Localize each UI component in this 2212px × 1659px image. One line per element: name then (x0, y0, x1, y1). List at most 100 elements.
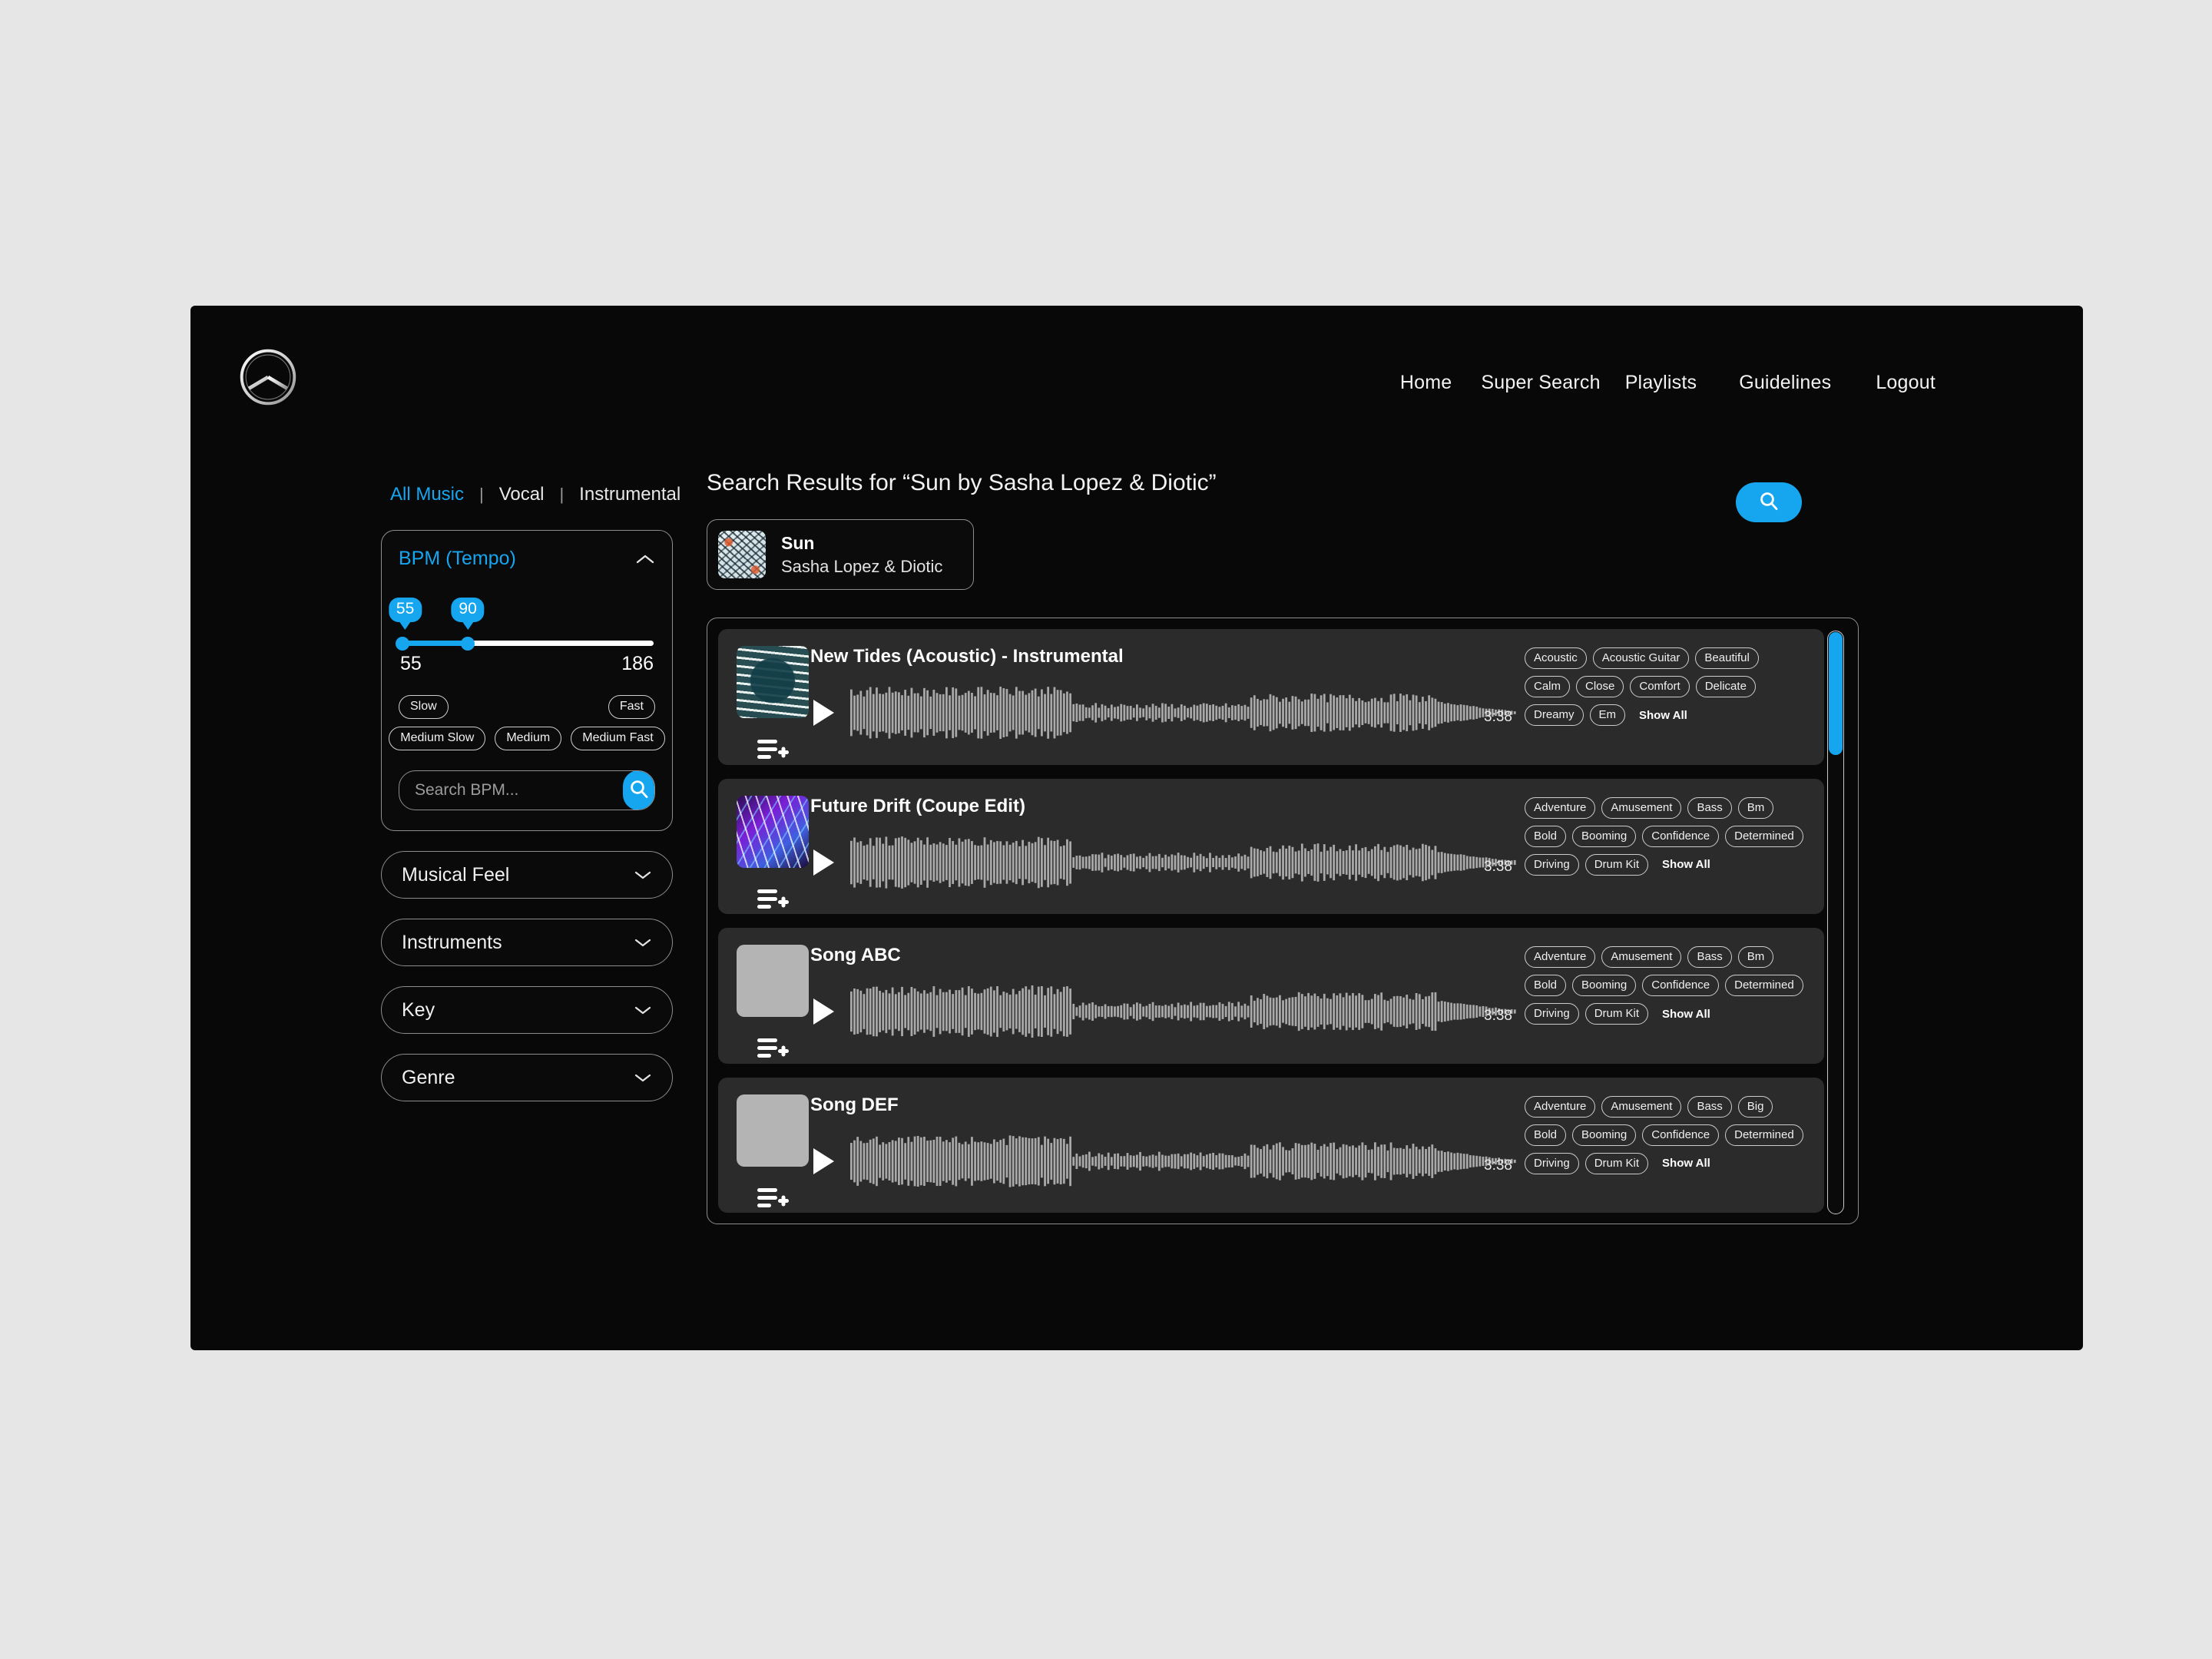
tab-vocal[interactable]: Vocal (499, 484, 545, 505)
bpm-panel-header: BPM (Tempo) (399, 548, 655, 570)
tag-chip[interactable]: Amusement (1601, 1095, 1682, 1118)
tag-chip[interactable]: Confidence (1642, 1124, 1720, 1146)
tag-chip[interactable]: Bass (1687, 1095, 1732, 1118)
tag-chip[interactable]: Booming (1572, 825, 1637, 847)
tag-chip[interactable]: Bass (1687, 946, 1732, 968)
tag-chip[interactable]: Bm (1737, 796, 1774, 819)
tempo-chip-fast[interactable]: Fast (608, 695, 655, 719)
tab-all-music[interactable]: All Music (390, 484, 464, 505)
tag-chip[interactable]: Close (1576, 676, 1624, 697)
tag-chip[interactable]: Determined (1725, 825, 1803, 847)
filter-group-key[interactable]: Key (381, 986, 673, 1034)
tag-chip[interactable]: Big (1737, 1095, 1773, 1118)
nav-item-super-search[interactable]: Super Search (1481, 369, 1600, 397)
result-row[interactable]: Song DEF 3:38 Adventure Amusement Bass Big Bol… (718, 1077, 1824, 1213)
tag-chip[interactable]: Driving (1525, 853, 1579, 876)
tempo-chip-slow[interactable]: Slow (399, 695, 449, 719)
waveform[interactable] (850, 834, 1517, 891)
add-to-playlist-icon[interactable] (756, 737, 790, 763)
track-title: Future Drift (Coupe Edit) (810, 795, 1025, 816)
tempo-chip-medium-fast[interactable]: Medium Fast (571, 727, 665, 750)
filter-group-label: Musical Feel (402, 863, 510, 886)
tab-instrumental[interactable]: Instrumental (579, 484, 680, 505)
tempo-chip-medium-slow[interactable]: Medium Slow (389, 727, 486, 750)
player-line (810, 684, 1517, 741)
bpm-search-input[interactable] (399, 781, 623, 800)
track-duration: 3:38 (1484, 858, 1512, 875)
tag-chip[interactable]: Determined (1725, 975, 1803, 996)
filter-group-genre[interactable]: Genre (381, 1054, 673, 1101)
chevron-up-icon[interactable] (635, 553, 655, 565)
tag-chip[interactable]: Acoustic (1525, 647, 1587, 669)
play-button[interactable] (810, 996, 836, 1027)
show-all-link[interactable]: Show All (1662, 1008, 1710, 1021)
track-duration: 3:38 (1484, 1157, 1512, 1174)
tag-chip[interactable]: Bass (1687, 796, 1732, 819)
tag-chip[interactable]: Bold (1525, 1124, 1567, 1146)
waveform[interactable] (850, 1133, 1517, 1190)
bpm-slider-track[interactable] (396, 636, 654, 651)
player-line (810, 834, 1517, 891)
results-scrollbar-thumb[interactable] (1829, 632, 1843, 755)
tag-chip[interactable]: Booming (1572, 1124, 1637, 1146)
tag-chip[interactable]: Adventure (1525, 946, 1596, 968)
result-row[interactable]: New Tides (Acoustic) - Instrumental 3:38 A… (718, 629, 1824, 765)
nav-item-home[interactable]: Home (1400, 369, 1452, 397)
add-to-playlist-icon[interactable] (756, 1035, 790, 1061)
tag-chip[interactable]: Calm (1525, 676, 1571, 697)
add-to-playlist-icon[interactable] (756, 1185, 790, 1211)
tag-chip[interactable]: Em (1589, 704, 1626, 726)
tag-chip[interactable]: Amusement (1601, 946, 1682, 968)
bpm-range-slider[interactable]: 55 90 (388, 598, 654, 664)
tag-chip[interactable]: Adventure (1525, 1095, 1596, 1118)
filter-group-instruments[interactable]: Instruments (381, 919, 673, 966)
waveform[interactable] (850, 983, 1517, 1040)
tag-chip[interactable]: Confidence (1642, 825, 1720, 847)
bpm-slider-handle-low[interactable] (396, 636, 410, 651)
tag-chip[interactable]: Dreamy (1525, 704, 1584, 726)
results-scrollbar[interactable] (1827, 631, 1844, 1214)
show-all-link[interactable]: Show All (1639, 709, 1687, 722)
waveform[interactable] (850, 684, 1517, 741)
chevron-down-icon (634, 937, 652, 948)
result-row[interactable]: Future Drift (Coupe Edit) 3:38 Adventure Am… (718, 778, 1824, 914)
tag-list: Acoustic Acoustic Guitar Beautiful Calm Clos… (1517, 629, 1824, 726)
tag-chip[interactable]: Confidence (1642, 975, 1720, 996)
nav-item-logout[interactable]: Logout (1876, 369, 1936, 397)
player-line (810, 983, 1517, 1040)
tag-chip[interactable]: Bm (1737, 946, 1774, 968)
result-row[interactable]: Song ABC 3:38 Adventure Amusement Bass Bm Bold… (718, 928, 1824, 1064)
tag-chip[interactable]: Drum Kit (1584, 1152, 1649, 1174)
play-button[interactable] (810, 847, 836, 878)
tempo-chip-medium[interactable]: Medium (495, 727, 562, 750)
tag-chip[interactable]: Bold (1525, 975, 1567, 996)
player-line (810, 1133, 1517, 1190)
tag-chip[interactable]: Comfort (1630, 676, 1690, 697)
add-to-playlist-icon[interactable] (756, 886, 790, 912)
tag-chip[interactable]: Amusement (1601, 796, 1682, 819)
nav-item-playlists[interactable]: Playlists (1625, 369, 1697, 397)
filter-group-musical-feel[interactable]: Musical Feel (381, 851, 673, 899)
tag-chip[interactable]: Delicate (1695, 676, 1756, 697)
tag-chip[interactable]: Drum Kit (1584, 1003, 1649, 1025)
bpm-slider-handle-high[interactable] (461, 636, 475, 651)
top-search-button[interactable] (1736, 482, 1802, 522)
show-all-link[interactable]: Show All (1662, 858, 1710, 871)
nav-item-guidelines[interactable]: Guidelines (1739, 369, 1831, 397)
bpm-search-button[interactable] (623, 771, 654, 810)
tag-chip[interactable]: Drum Kit (1584, 853, 1649, 876)
tag-chip[interactable]: Acoustic Guitar (1592, 647, 1690, 669)
tag-chip[interactable]: Driving (1525, 1003, 1579, 1025)
result-row-left (718, 629, 810, 763)
play-button[interactable] (810, 1146, 836, 1177)
tag-chip[interactable]: Beautiful (1695, 647, 1759, 669)
tag-chip[interactable]: Driving (1525, 1152, 1579, 1174)
tag-chip[interactable]: Determined (1725, 1124, 1803, 1146)
play-button[interactable] (810, 697, 836, 728)
selected-track-pill[interactable]: Sun Sasha Lopez & Diotic (707, 519, 975, 590)
tag-chip[interactable]: Booming (1572, 975, 1637, 996)
tag-chip[interactable]: Bold (1525, 825, 1567, 847)
show-all-link[interactable]: Show All (1662, 1157, 1710, 1170)
tag-chip[interactable]: Adventure (1525, 796, 1596, 819)
tab-separator: | (479, 485, 484, 504)
